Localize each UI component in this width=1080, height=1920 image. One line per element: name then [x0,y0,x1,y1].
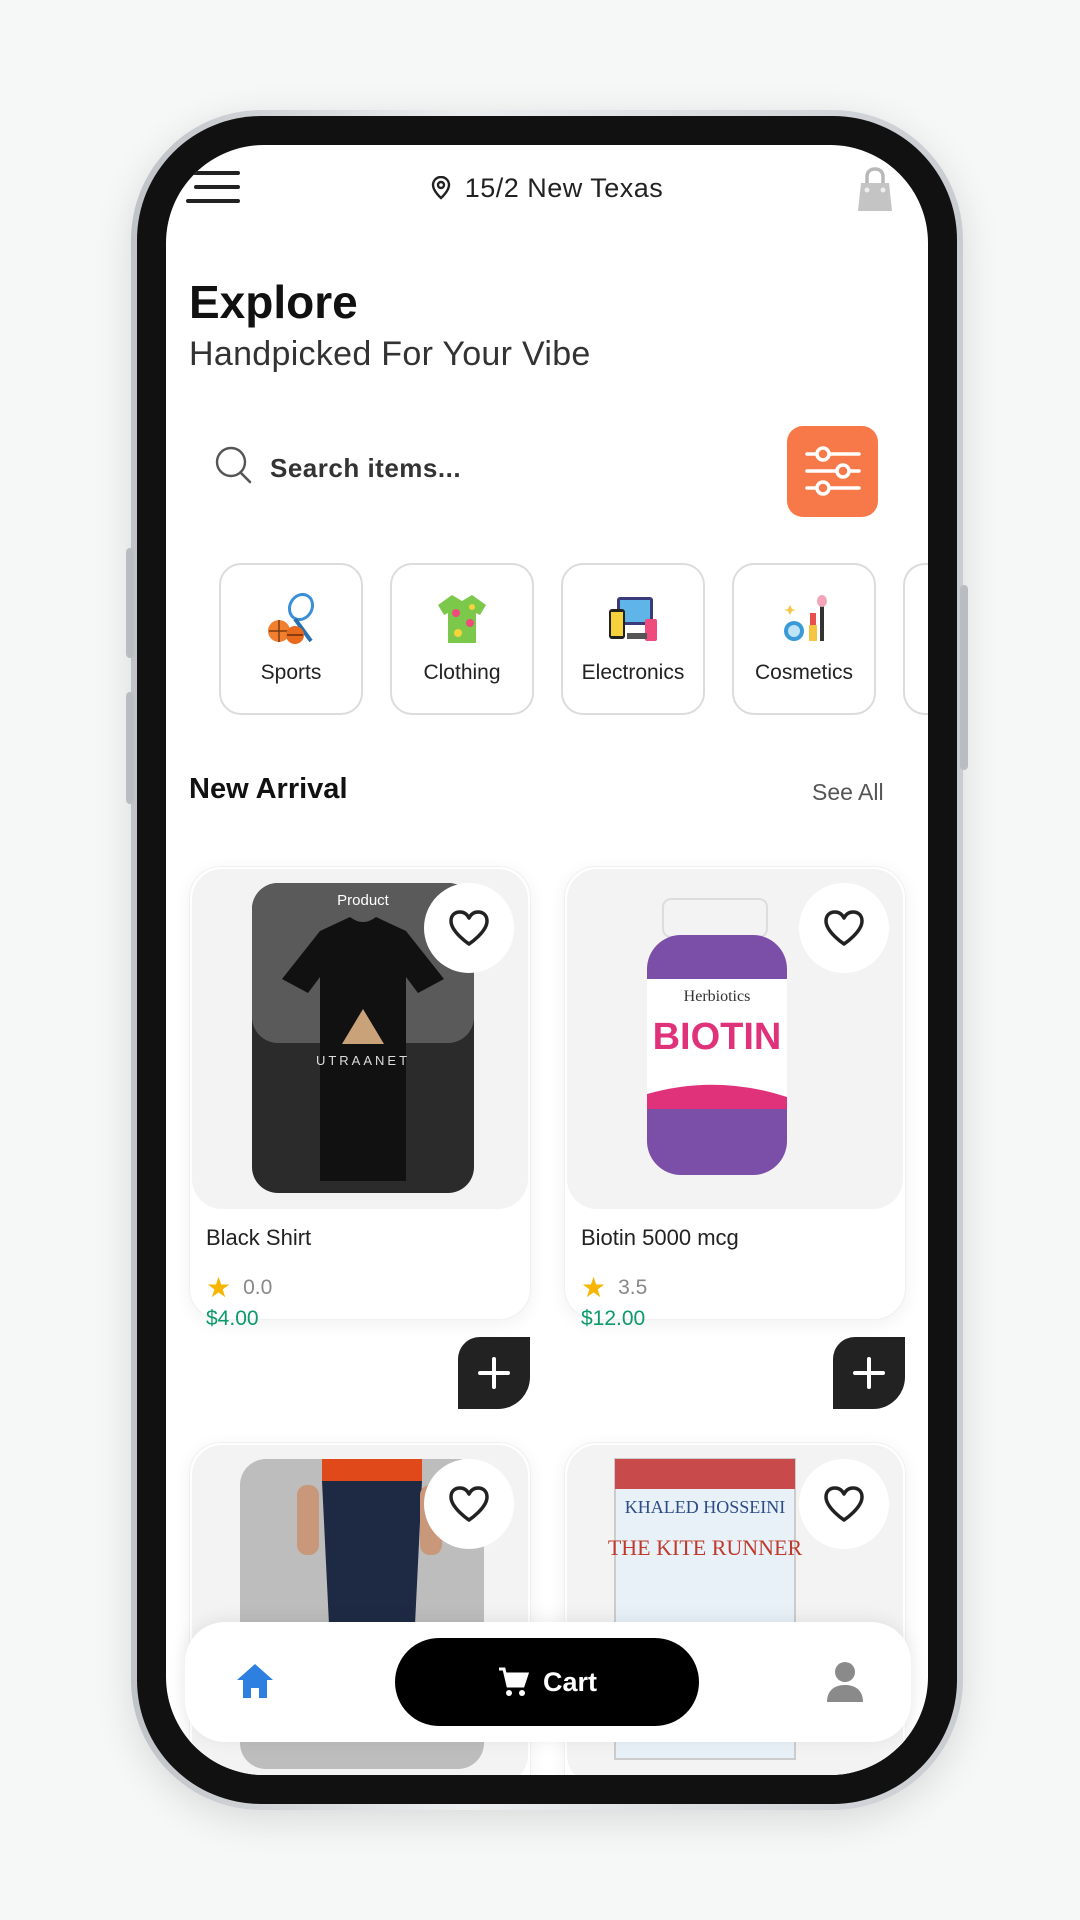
product-rating: ★ 3.5 [581,1271,647,1304]
heart-icon [824,910,864,946]
favorite-button[interactable] [799,883,889,973]
product-price: $12.00 [581,1307,646,1330]
electronics-icon [605,591,661,647]
plus-icon [853,1357,885,1389]
profile-icon[interactable] [825,1660,865,1707]
category-label: Electronics [581,661,685,684]
heart-icon [449,910,489,946]
page-subtitle: Handpicked For Your Vibe [189,335,591,373]
add-to-cart-button[interactable] [833,1337,905,1409]
filter-button[interactable] [787,426,878,517]
location-pin-icon [431,175,451,207]
see-all-link[interactable]: See All [812,779,884,806]
product-name: Biotin 5000 mcg [581,1225,739,1250]
favorite-button[interactable] [799,1459,889,1549]
search-bar[interactable] [186,407,746,527]
sports-icon [263,591,319,647]
product-card[interactable]: Herbiotics BIOTIN Biotin 5000 mcg ★ 3.5 $… [564,866,906,1409]
search-input[interactable] [268,437,732,499]
star-icon: ★ [206,1272,232,1303]
heart-icon [824,1486,864,1522]
product-price: $4.00 [206,1307,259,1330]
search-icon [214,445,254,490]
heart-icon [449,1486,489,1522]
rating-value: 0.0 [243,1276,273,1299]
product-rating: ★ 0.0 [206,1271,272,1304]
page-title: Explore [189,276,358,328]
star-icon: ★ [581,1272,607,1303]
bottle-product-text: BIOTIN [653,1016,782,1058]
category-label: Clothing [423,661,501,684]
book-author-text: KHALED HOSSEINI [625,1497,786,1517]
power-button [960,585,968,770]
category-partial[interactable] [903,563,928,715]
product-card[interactable]: Product UTRAANET Black Shirt ★ 0.0 $4.00 [189,866,531,1409]
plus-icon [478,1357,510,1389]
volume-up-button [126,548,134,658]
image-caption: Product [337,892,390,909]
category-electronics[interactable]: Electronics [561,563,705,715]
sliders-icon [805,446,861,496]
category-sports[interactable]: Sports [219,563,363,715]
shopping-bag-icon[interactable] [856,167,894,213]
bottle-brand-text: Herbiotics [684,988,751,1005]
app-screen: 15/2 New Texas Explore Handpicked For Yo… [166,145,928,1775]
cart-button[interactable]: Cart [395,1638,699,1726]
location-text: 15/2 New Texas [464,173,664,203]
category-list: Sports Clothing Electronics Cosmetics [219,563,928,715]
category-cosmetics[interactable]: Cosmetics [732,563,876,715]
volume-down-button [126,692,134,804]
add-to-cart-button[interactable] [458,1337,530,1409]
cosmetics-icon [776,591,832,647]
location-selector[interactable]: 15/2 New Texas [166,173,928,207]
cart-icon [498,1667,530,1696]
favorite-button[interactable] [424,1459,514,1549]
cart-label: Cart [542,1666,597,1697]
rating-value: 3.5 [618,1276,648,1299]
bottom-navigation: Cart [185,1622,911,1742]
category-label: Cosmetics [754,661,854,684]
clothing-icon [434,591,490,647]
book-title-text: THE KITE RUNNER [608,1535,803,1560]
category-label: Sports [260,661,322,684]
favorite-button[interactable] [424,883,514,973]
section-title: New Arrival [189,773,348,805]
product-name: Black Shirt [206,1225,312,1250]
shirt-print-text: UTRAANET [316,1053,410,1068]
home-icon[interactable] [235,1662,275,1705]
category-clothing[interactable]: Clothing [390,563,534,715]
